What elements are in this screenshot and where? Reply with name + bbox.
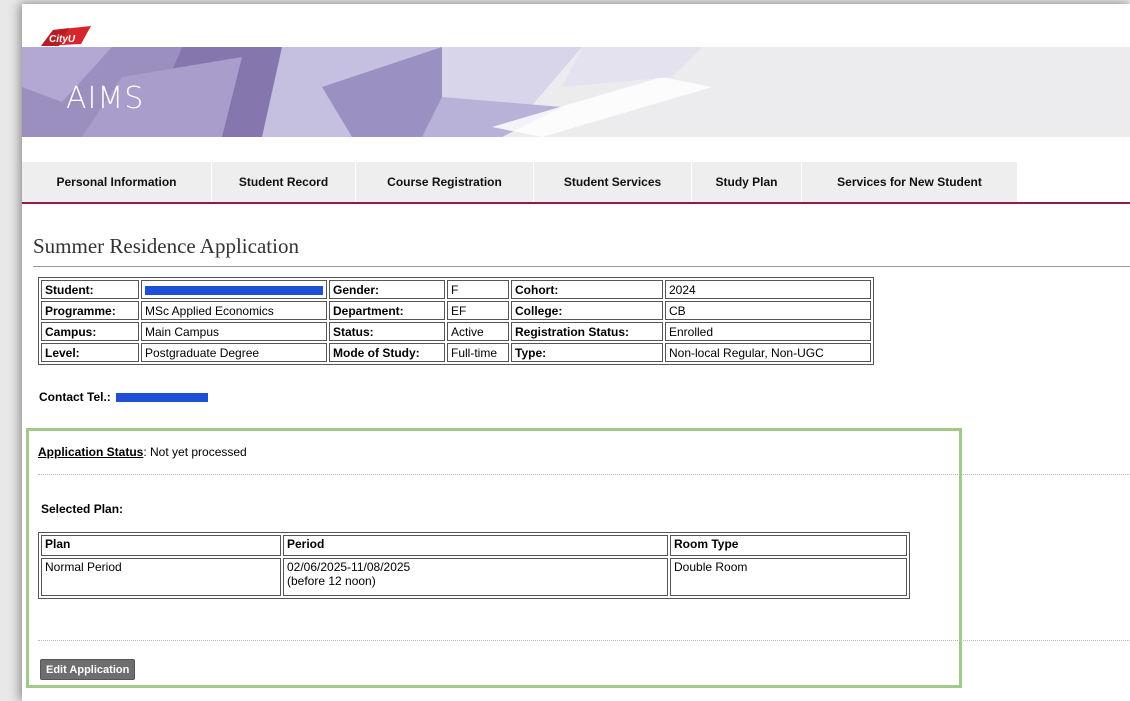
table-row: Programme: MSc Applied Economics Departm… — [41, 301, 871, 320]
table-row: Student: Gender: F Cohort: 2024 — [41, 280, 871, 299]
tab-student-services[interactable]: Student Services — [534, 162, 692, 202]
title-divider — [33, 266, 1130, 267]
status-value: Active — [447, 322, 509, 341]
application-status-label[interactable]: Application Status — [38, 445, 143, 459]
tab-study-plan[interactable]: Study Plan — [692, 162, 802, 202]
period-cell: 02/06/2025-11/08/2025 (before 12 noon) — [283, 558, 668, 596]
department-value: EF — [447, 301, 509, 320]
gender-label: Gender: — [329, 280, 445, 299]
programme-value: MSc Applied Economics — [141, 301, 327, 320]
tab-course-registration[interactable]: Course Registration — [356, 162, 534, 202]
edit-application-button[interactable]: Edit Application — [40, 659, 136, 680]
application-status: Application Status: Not yet processed — [38, 445, 247, 459]
student-info-table: Student: Gender: F Cohort: 2024 Programm… — [38, 277, 874, 365]
period-note: (before 12 noon) — [287, 574, 376, 588]
college-label: College: — [511, 301, 663, 320]
app-title: AIMS — [66, 81, 145, 116]
table-row: Normal Period 02/06/2025-11/08/2025 (bef… — [41, 558, 907, 596]
tab-services-for-new-student[interactable]: Services for New Student — [802, 162, 1018, 202]
gender-value: F — [447, 280, 509, 299]
redacted-name — [145, 285, 323, 295]
redacted-phone — [116, 393, 209, 403]
tab-student-record[interactable]: Student Record — [212, 162, 356, 202]
banner-graphic — [22, 47, 712, 137]
college-value: CB — [665, 301, 871, 320]
programme-label: Programme: — [41, 301, 139, 320]
table-header-row: Plan Period Room Type — [41, 535, 907, 556]
nav-underline — [22, 202, 1130, 204]
campus-value: Main Campus — [141, 322, 327, 341]
student-value — [141, 280, 327, 299]
tab-personal-information[interactable]: Personal Information — [22, 162, 212, 202]
contact-label: Contact Tel.: — [39, 390, 111, 404]
type-value: Non-local Regular, Non-UGC — [665, 343, 871, 362]
plan-cell: Normal Period — [41, 558, 281, 596]
application-status-value: : Not yet processed — [143, 445, 247, 459]
aims-page: CityU AIMS Personal Information Student … — [22, 4, 1130, 701]
contact-tel: Contact Tel.: — [39, 390, 209, 404]
main-nav: Personal Information Student Record Cour… — [22, 162, 1018, 202]
mode-of-study-value: Full-time — [447, 343, 509, 362]
student-label: Student: — [41, 280, 139, 299]
section-divider — [38, 640, 1130, 641]
selected-plan-heading: Selected Plan: — [41, 502, 124, 516]
table-row: Campus: Main Campus Status: Active Regis… — [41, 322, 871, 341]
selected-plan-table: Plan Period Room Type Normal Period 02/0… — [38, 532, 910, 599]
header-banner: AIMS — [22, 47, 1130, 137]
campus-label: Campus: — [41, 322, 139, 341]
period-dates: 02/06/2025-11/08/2025 — [287, 560, 411, 574]
plan-column-header: Plan — [41, 535, 281, 556]
mode-of-study-label: Mode of Study: — [329, 343, 445, 362]
period-column-header: Period — [283, 535, 668, 556]
cohort-value: 2024 — [665, 280, 871, 299]
registration-status-value: Enrolled — [665, 322, 871, 341]
registration-status-label: Registration Status: — [511, 322, 663, 341]
level-value: Postgraduate Degree — [141, 343, 327, 362]
section-divider — [38, 474, 1130, 475]
logo-text: CityU — [49, 34, 76, 45]
cohort-label: Cohort: — [511, 280, 663, 299]
level-label: Level: — [41, 343, 139, 362]
room-type-column-header: Room Type — [670, 535, 907, 556]
department-label: Department: — [329, 301, 445, 320]
table-row: Level: Postgraduate Degree Mode of Study… — [41, 343, 871, 362]
type-label: Type: — [511, 343, 663, 362]
room-type-cell: Double Room — [670, 558, 907, 596]
status-label: Status: — [329, 322, 445, 341]
page-title: Summer Residence Application — [33, 234, 299, 258]
cityu-logo[interactable]: CityU — [39, 26, 93, 48]
